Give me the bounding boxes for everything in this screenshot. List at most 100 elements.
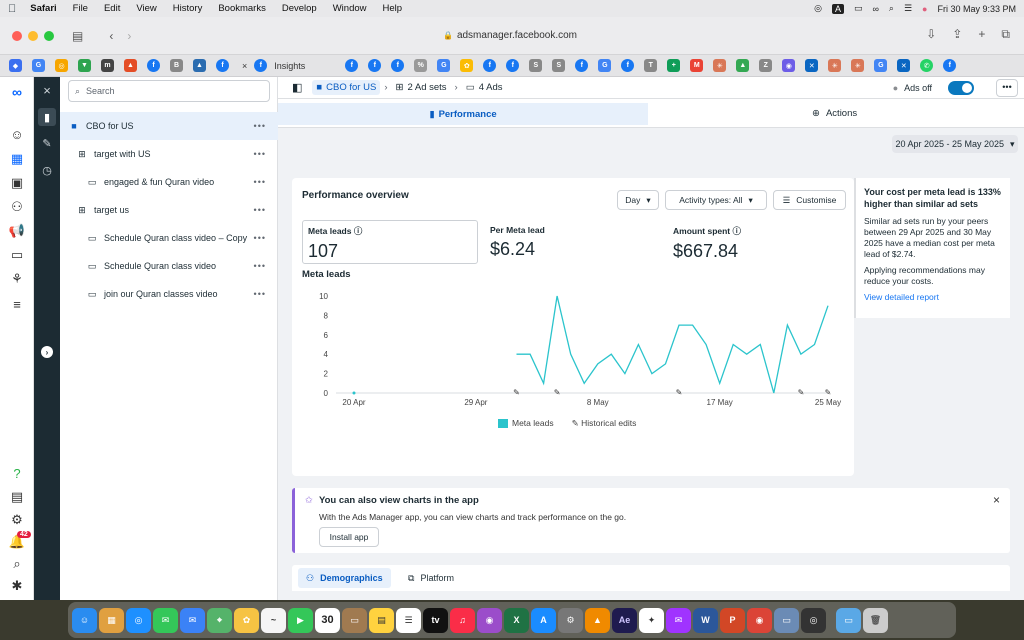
panel-toggle-icon[interactable]: ◧ [292,81,302,94]
menu-history[interactable]: History [173,3,203,14]
notes-app-icon[interactable]: ▭ [342,607,367,633]
preview-icon[interactable]: ▭ [774,607,799,633]
tab-favicon[interactable]: ◎ [55,59,68,72]
tab-favicon[interactable]: ▲ [193,59,206,72]
tree-item-ad[interactable]: ▭ join our Quran classes video ••• [60,280,278,308]
tab-favicon[interactable]: B [170,59,183,72]
more-options-icon[interactable]: ••• [254,261,266,271]
control-center-icon[interactable]: ☰ [904,3,912,14]
maps-icon[interactable]: ⌖ [207,607,232,633]
tab-overview-icon[interactable]: ⧉ [1001,27,1010,42]
gmail-icon[interactable]: M [690,59,704,72]
facebook-tab-icon[interactable]: f [575,59,589,72]
tab-favicon[interactable]: % [414,59,428,72]
smiley-icon[interactable]: ☺ [8,125,26,143]
tab-favicon[interactable]: Z [759,59,773,72]
facebook-tab-icon[interactable]: f [506,59,520,72]
tab-demographics[interactable]: ⚇ Demographics [298,568,391,588]
chrome-icon[interactable]: ◉ [747,607,772,633]
facebook-tab-icon[interactable]: f [216,59,229,72]
tab-favicon[interactable]: S [529,59,543,72]
safari-icon[interactable]: ◎ [126,607,151,633]
siri-icon[interactable]: ● [922,4,927,14]
tab-insights[interactable]: × f Insights [242,59,305,72]
calendar-icon[interactable]: 30 [315,607,340,633]
whatsapp-icon[interactable]: ✆ [920,59,934,72]
facebook-tab-icon[interactable]: f [391,59,405,72]
share-icon[interactable]: ⇪ [952,27,962,42]
chart-icon[interactable]: ▮ [38,108,56,126]
app-store-icon[interactable]: A [531,607,556,633]
more-options-icon[interactable]: ••• [254,121,266,131]
tree-item-adset[interactable]: ⊞ target us ••• [60,196,278,224]
actions-button[interactable]: ⊕ Actions [812,108,857,119]
all-tools-icon[interactable]: ≡ [8,295,26,313]
settings-icon[interactable]: ⚙ [8,511,26,529]
tree-item-campaign[interactable]: ■ CBO for US ••• [60,112,278,140]
close-icon[interactable]: × [993,493,1000,507]
billing-icon[interactable]: ▭ [8,246,26,264]
clock[interactable]: Fri 30 May 9:33 PM [937,4,1016,14]
address-bar[interactable]: 🔒 adsmanager.facebook.com [300,27,720,45]
megaphone-icon[interactable]: 📢 [8,222,26,240]
business-icon[interactable]: ⚘ [8,270,26,288]
legend-item-edits[interactable]: ✎ Historical edits [572,418,637,429]
notes-icon[interactable]: ▤ [369,607,394,633]
menu-edit[interactable]: Edit [104,3,120,14]
expand-icon[interactable]: › [41,346,53,358]
menu-help[interactable]: Help [383,3,403,14]
more-options-button[interactable]: ••• [996,79,1018,97]
powerpoint-icon[interactable]: P [720,607,745,633]
pages-icon[interactable]: ▣ [8,174,26,192]
messages-icon[interactable]: ✉ [153,607,178,633]
info-icon[interactable]: ⓘ [354,226,363,236]
tab-favicon[interactable]: ✕ [897,59,911,72]
tab-favicon[interactable]: m [101,59,114,72]
more-options-icon[interactable]: ••• [254,289,266,299]
trash-icon[interactable]: 🗑 [863,607,888,633]
minimize-window-button[interactable] [28,30,38,41]
menu-window[interactable]: Window [333,3,367,14]
tree-search-input[interactable]: ⌕ Search [68,80,270,102]
mail-icon[interactable]: ✉ [180,607,205,633]
tab-favicon[interactable]: ✕ [805,59,819,72]
excel-icon[interactable]: X [504,607,529,633]
vlc-icon[interactable]: ▲ [585,607,610,633]
downloads-folder-icon[interactable]: ▭ [836,607,861,633]
report-icon[interactable]: ▤ [8,488,26,506]
reminders-icon[interactable]: ☰ [396,607,421,633]
facebook-tab-icon[interactable]: f [943,59,957,72]
bug-icon[interactable]: ✱ [8,577,26,595]
tab-favicon[interactable]: ▼ [78,59,91,72]
tab-favicon[interactable]: T [644,59,658,72]
after-effects-icon[interactable]: Ae [612,607,637,633]
music-icon[interactable]: ♫ [450,607,475,633]
granularity-dropdown[interactable]: Day ▾ [617,190,659,210]
tree-item-ad[interactable]: ▭ engaged & fun Quran video ••• [60,168,278,196]
facebook-tab-icon[interactable]: f [147,59,160,72]
vpn-icon[interactable]: ◎ [814,3,822,14]
ads-toggle-switch[interactable] [948,81,974,95]
freeform-icon[interactable]: ~ [261,607,286,633]
facebook-tab-icon[interactable]: f [483,59,497,72]
legend-item-series[interactable]: Meta leads [498,418,554,429]
forward-icon[interactable]: › [127,29,131,43]
view-detailed-report-link[interactable]: View detailed report [864,292,1002,302]
tab-favicon[interactable]: ✿ [460,59,474,72]
tree-item-adset[interactable]: ⊞ target with US ••• [60,140,278,168]
launchpad-icon[interactable]: ▦ [99,607,124,633]
menu-app-name[interactable]: Safari [30,3,56,14]
audiences-icon[interactable]: ⚇ [8,198,26,216]
download-icon[interactable]: ⇩ [926,27,936,42]
finder-icon[interactable]: ☺ [72,607,97,633]
tree-item-ad[interactable]: ▭ Schedule Quran class video – Copy ••• [60,224,278,252]
facebook-tab-icon[interactable]: f [345,59,359,72]
activity-types-dropdown[interactable]: Activity types: All ▾ [665,190,767,210]
tab-favicon[interactable]: ✳ [851,59,865,72]
facetime-icon[interactable]: ▶ [288,607,313,633]
podcasts-icon[interactable]: ◉ [477,607,502,633]
breadcrumb-adsets[interactable]: ⊞ 2 Ad sets [391,82,450,93]
more-options-icon[interactable]: ••• [254,205,266,215]
acrobat-icon[interactable]: ✦ [639,607,664,633]
photos-icon[interactable]: ✿ [234,607,259,633]
